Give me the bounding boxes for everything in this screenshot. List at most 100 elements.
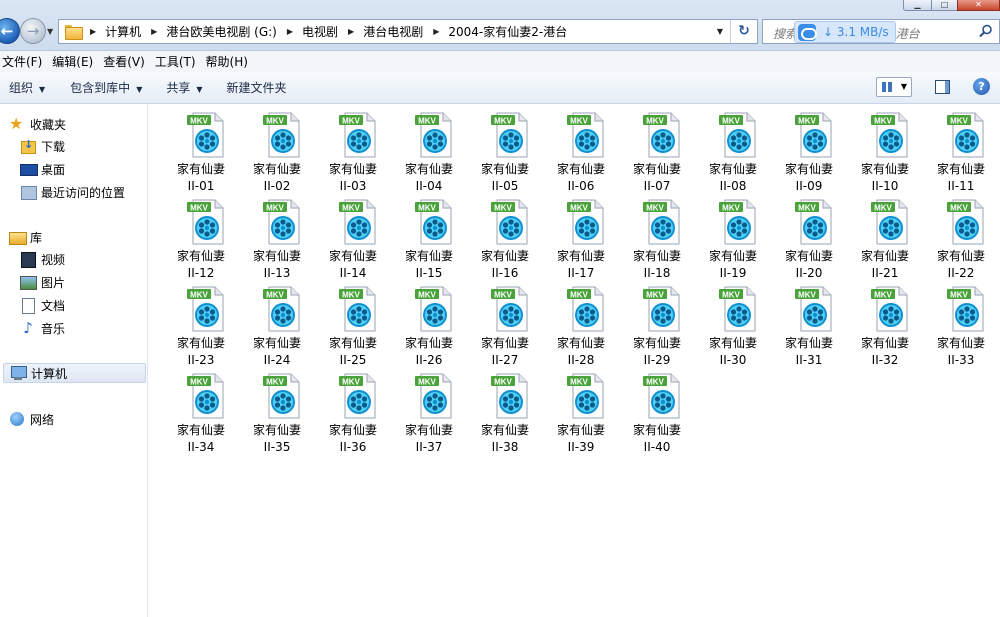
recent-pages-dropdown[interactable]: ▼ bbox=[47, 27, 53, 36]
nav-downloads-label: 下载 bbox=[41, 139, 66, 154]
nav-videos[interactable]: 视频 bbox=[20, 249, 65, 269]
nav-computer[interactable]: 计算机 bbox=[3, 363, 146, 383]
download-speed-badge[interactable]: ↓ 3.1 MB/s bbox=[794, 21, 896, 43]
mkv-video-file-icon: MKV bbox=[263, 373, 300, 419]
breadcrumb-hk-tw-series[interactable]: 港台电视剧 bbox=[363, 23, 423, 40]
file-item[interactable]: MKV 家有仙妻 II-25 bbox=[315, 281, 391, 367]
nav-pictures[interactable]: 图片 bbox=[20, 272, 65, 292]
file-item[interactable]: MKV 家有仙妻 II-01 bbox=[163, 107, 239, 193]
file-item[interactable]: MKV 家有仙妻 II-10 bbox=[847, 107, 923, 193]
file-item[interactable]: MKV 家有仙妻 II-32 bbox=[847, 281, 923, 367]
address-history-dropdown[interactable]: ▼ bbox=[713, 20, 727, 43]
file-item[interactable]: MKV 家有仙妻 II-15 bbox=[391, 194, 467, 280]
mkv-video-file-icon: MKV bbox=[871, 112, 908, 158]
mkv-video-file-icon: MKV bbox=[567, 286, 604, 332]
file-item[interactable]: MKV 家有仙妻 II-27 bbox=[467, 281, 543, 367]
breadcrumb-separator-icon[interactable]: ▶ bbox=[90, 27, 96, 36]
file-item[interactable]: MKV 家有仙妻 II-28 bbox=[543, 281, 619, 367]
file-item[interactable]: MKV 家有仙妻 II-11 bbox=[923, 107, 999, 193]
file-item[interactable]: MKV 家有仙妻 II-20 bbox=[771, 194, 847, 280]
file-item[interactable]: MKV 家有仙妻 II-33 bbox=[923, 281, 999, 367]
nav-favorites-label: 收藏夹 bbox=[30, 117, 67, 132]
file-item[interactable]: MKV 家有仙妻 II-16 bbox=[467, 194, 543, 280]
file-item[interactable]: MKV 家有仙妻 II-23 bbox=[163, 281, 239, 367]
nav-favorites[interactable]: ★ 收藏夹 bbox=[9, 114, 66, 134]
breadcrumb-separator-icon[interactable]: ▶ bbox=[151, 27, 157, 36]
breadcrumb-computer[interactable]: 计算机 bbox=[105, 23, 141, 40]
file-item[interactable]: MKV 家有仙妻 II-26 bbox=[391, 281, 467, 367]
menu-edit[interactable]: 编辑(E) bbox=[50, 53, 101, 70]
file-name: 家有仙妻 II-21 bbox=[847, 248, 923, 282]
nav-desktop[interactable]: 桌面 bbox=[20, 159, 65, 179]
file-item[interactable]: MKV 家有仙妻 II-31 bbox=[771, 281, 847, 367]
file-badge-text: MKV bbox=[950, 290, 968, 299]
breadcrumb-separator-icon[interactable]: ▶ bbox=[348, 27, 354, 36]
organize-button[interactable]: 组织 ▼ bbox=[0, 79, 60, 96]
file-list-view[interactable]: MKV 家有仙妻 II-01 MKV 家有仙妻 II-02 MKV 家有仙妻 II-03 MKV 家… bbox=[149, 104, 1000, 617]
share-button[interactable]: 共享 ▼ bbox=[156, 79, 216, 96]
file-item[interactable]: MKV 家有仙妻 II-14 bbox=[315, 194, 391, 280]
search-icon[interactable] bbox=[979, 24, 993, 38]
refresh-button[interactable]: ↻ bbox=[730, 20, 757, 43]
menu-view[interactable]: 查看(V) bbox=[101, 53, 153, 70]
breadcrumb-separator-icon[interactable]: ▶ bbox=[433, 27, 439, 36]
back-button[interactable]: ← bbox=[0, 18, 20, 44]
file-name-line2: II-32 bbox=[871, 353, 899, 367]
forward-button[interactable]: → bbox=[20, 18, 46, 44]
breadcrumb-drive[interactable]: 港台欧美电视剧 (G:) bbox=[166, 23, 277, 40]
maximize-button[interactable]: □ bbox=[931, 0, 958, 11]
file-badge-text: MKV bbox=[190, 116, 208, 125]
menu-help[interactable]: 帮助(H) bbox=[204, 53, 256, 70]
file-item[interactable]: MKV 家有仙妻 II-02 bbox=[239, 107, 315, 193]
file-name: 家有仙妻 II-33 bbox=[923, 335, 999, 369]
mkv-video-file-icon: MKV bbox=[491, 373, 528, 419]
file-item[interactable]: MKV 家有仙妻 II-21 bbox=[847, 194, 923, 280]
nav-recent-places[interactable]: 最近访问的位置 bbox=[20, 182, 125, 202]
change-view-button[interactable] bbox=[876, 77, 898, 97]
file-name: 家有仙妻 II-18 bbox=[619, 248, 695, 282]
file-item[interactable]: MKV 家有仙妻 II-12 bbox=[163, 194, 239, 280]
file-item[interactable]: MKV 家有仙妻 II-13 bbox=[239, 194, 315, 280]
file-item[interactable]: MKV 家有仙妻 II-35 bbox=[239, 368, 315, 454]
nav-downloads[interactable]: 下载 bbox=[20, 136, 65, 156]
nav-music[interactable]: ♪ 音乐 bbox=[20, 318, 65, 338]
file-item[interactable]: MKV 家有仙妻 II-37 bbox=[391, 368, 467, 454]
close-button[interactable]: ✕ bbox=[957, 0, 1000, 11]
preview-pane-icon[interactable] bbox=[935, 80, 950, 94]
file-item[interactable]: MKV 家有仙妻 II-39 bbox=[543, 368, 619, 454]
file-item[interactable]: MKV 家有仙妻 II-29 bbox=[619, 281, 695, 367]
file-item[interactable]: MKV 家有仙妻 II-07 bbox=[619, 107, 695, 193]
nav-network[interactable]: 网络 bbox=[9, 409, 54, 429]
breadcrumb-separator-icon[interactable]: ▶ bbox=[287, 27, 293, 36]
breadcrumb-tv-series[interactable]: 电视剧 bbox=[302, 23, 338, 40]
file-item[interactable]: MKV 家有仙妻 II-04 bbox=[391, 107, 467, 193]
file-item[interactable]: MKV 家有仙妻 II-34 bbox=[163, 368, 239, 454]
file-badge-text: MKV bbox=[342, 290, 360, 299]
file-item[interactable]: MKV 家有仙妻 II-05 bbox=[467, 107, 543, 193]
file-item[interactable]: MKV 家有仙妻 II-18 bbox=[619, 194, 695, 280]
file-item[interactable]: MKV 家有仙妻 II-40 bbox=[619, 368, 695, 454]
recent-places-icon bbox=[20, 184, 37, 200]
file-item[interactable]: MKV 家有仙妻 II-09 bbox=[771, 107, 847, 193]
file-item[interactable]: MKV 家有仙妻 II-19 bbox=[695, 194, 771, 280]
file-item[interactable]: MKV 家有仙妻 II-24 bbox=[239, 281, 315, 367]
help-icon[interactable]: ? bbox=[973, 78, 990, 95]
nav-libraries[interactable]: 库 bbox=[9, 227, 42, 247]
new-folder-button[interactable]: 新建文件夹 bbox=[217, 79, 297, 96]
nav-documents[interactable]: 文档 bbox=[20, 295, 65, 315]
breadcrumb-current-folder[interactable]: 2004-家有仙妻2-港台 bbox=[448, 23, 567, 40]
address-box[interactable]: ▶ 计算机 ▶ 港台欧美电视剧 (G:) ▶ 电视剧 ▶ 港台电视剧 ▶ 200… bbox=[58, 19, 758, 44]
include-in-library-button[interactable]: 包含到库中 ▼ bbox=[60, 79, 156, 96]
file-item[interactable]: MKV 家有仙妻 II-30 bbox=[695, 281, 771, 367]
file-item[interactable]: MKV 家有仙妻 II-17 bbox=[543, 194, 619, 280]
file-item[interactable]: MKV 家有仙妻 II-38 bbox=[467, 368, 543, 454]
minimize-button[interactable]: ▁ bbox=[903, 0, 932, 11]
file-item[interactable]: MKV 家有仙妻 II-22 bbox=[923, 194, 999, 280]
file-item[interactable]: MKV 家有仙妻 II-08 bbox=[695, 107, 771, 193]
file-item[interactable]: MKV 家有仙妻 II-36 bbox=[315, 368, 391, 454]
view-options-dropdown[interactable]: ▼ bbox=[897, 77, 912, 97]
file-item[interactable]: MKV 家有仙妻 II-06 bbox=[543, 107, 619, 193]
file-item[interactable]: MKV 家有仙妻 II-03 bbox=[315, 107, 391, 193]
menu-file[interactable]: 文件(F) bbox=[0, 53, 50, 70]
menu-tools[interactable]: 工具(T) bbox=[153, 53, 204, 70]
